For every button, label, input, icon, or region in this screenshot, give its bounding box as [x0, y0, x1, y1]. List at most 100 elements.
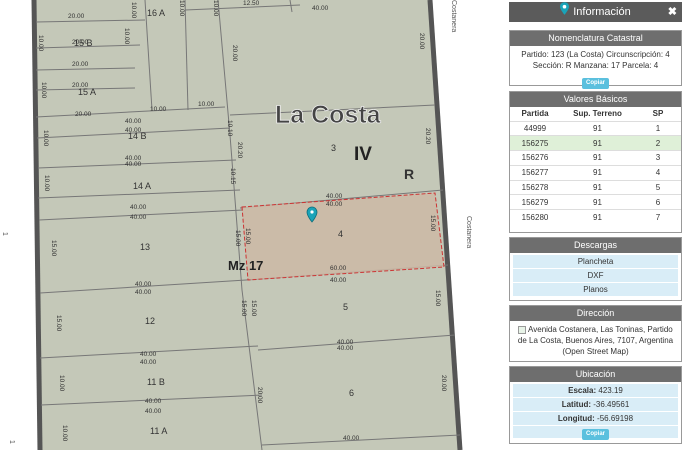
svg-text:10.00: 10.00	[178, 0, 185, 17]
svg-text:40.00: 40.00	[145, 408, 162, 415]
svg-text:20.20: 20.20	[236, 142, 243, 159]
street-label-left-bottom: 1	[8, 440, 15, 444]
download-dxf-link[interactable]: DXF	[513, 269, 678, 283]
longitud-row: Longitud: -56.69198	[513, 412, 678, 426]
svg-text:40.00: 40.00	[125, 118, 142, 125]
svg-text:15.00: 15.00	[434, 290, 441, 307]
svg-text:10.00: 10.00	[37, 35, 44, 52]
nomenclatura-box: Nomenclatura Catastral Partido: 123 (La …	[509, 30, 682, 89]
svg-text:15.00: 15.00	[250, 300, 257, 317]
parcel-11a: 11 A	[150, 426, 167, 436]
svg-text:15.00: 15.00	[429, 215, 436, 232]
manzana-label: Mz 17	[228, 258, 263, 273]
svg-text:40.00: 40.00	[312, 5, 329, 12]
svg-text:20.00: 20.00	[231, 45, 238, 62]
svg-text:10.00: 10.00	[42, 130, 49, 147]
svg-text:10.00: 10.00	[123, 28, 130, 45]
parcel-4: 4	[338, 229, 343, 239]
table-row[interactable]: 156279 91 6	[510, 194, 681, 210]
locality-label: La Costa	[275, 101, 382, 129]
svg-text:20.20: 20.20	[424, 128, 431, 145]
escala-value: 423.19	[598, 386, 623, 395]
direccion-text-wrap: Avenida Costanera, Las Toninas, Partido …	[510, 321, 681, 360]
descargas-header: Descargas	[510, 238, 681, 253]
svg-text:40.00: 40.00	[140, 351, 157, 358]
svg-text:40.00: 40.00	[326, 193, 343, 200]
street-label-left: 1	[1, 232, 8, 236]
nomenclatura-header: Nomenclatura Catastral	[510, 31, 681, 46]
direccion-text: Avenida Costanera, Las Toninas, Partido …	[517, 325, 674, 356]
table-row[interactable]: 156278 91 5	[510, 179, 681, 195]
table-row[interactable]: 156280 91 7	[510, 209, 681, 225]
svg-text:15.00: 15.00	[55, 315, 62, 332]
info-panel: Información ✖ Nomenclatura Catastral Par…	[508, 0, 686, 450]
svg-text:20.00: 20.00	[68, 13, 85, 20]
table-row[interactable]: 44999 91 1	[510, 120, 681, 136]
direccion-header: Dirección	[510, 306, 681, 321]
svg-text:20.00: 20.00	[75, 111, 92, 118]
svg-text:10.00: 10.00	[61, 425, 68, 442]
close-icon[interactable]: ✖	[668, 2, 677, 22]
download-plancheta-link[interactable]: Plancheta	[513, 255, 678, 269]
svg-text:40.00: 40.00	[130, 214, 147, 221]
parcel-16a: 16 A	[147, 8, 165, 18]
svg-text:20.00: 20.00	[256, 387, 263, 404]
svg-text:15.00: 15.00	[244, 228, 251, 245]
table-row-selected[interactable]: 156275 91 2	[510, 135, 681, 151]
ubicacion-box: Ubicación Escala: 423.19 Latitud: -36.49…	[509, 366, 682, 444]
svg-text:10.00: 10.00	[43, 175, 50, 192]
parcel-3: 3	[331, 143, 336, 153]
svg-text:40.00: 40.00	[130, 204, 147, 211]
parcel-14a: 14 A	[133, 181, 151, 191]
map-canvas[interactable]: La Costa IV R Mz 17 16 A 15 B 15 A 14 B …	[0, 0, 505, 450]
svg-text:12.50: 12.50	[243, 0, 260, 7]
panel-title: Información	[573, 6, 631, 18]
street-label-costanera: Costanera	[465, 216, 472, 248]
svg-text:40.00: 40.00	[337, 345, 354, 352]
circ-label: IV	[354, 144, 372, 165]
svg-text:15.00: 15.00	[50, 240, 57, 257]
parcel-6: 6	[349, 388, 354, 398]
ubicacion-header: Ubicación	[510, 367, 681, 382]
nomenclatura-line2: Sección: R Manzana: 17 Parcela: 4	[532, 61, 659, 70]
svg-text:20.00: 20.00	[72, 82, 89, 89]
longitud-value: -56.69198	[597, 414, 634, 423]
valores-header: Valores Básicos	[510, 92, 681, 107]
broken-image-icon	[518, 325, 527, 334]
table-row[interactable]: 156276 91 3	[510, 150, 681, 166]
svg-text:40.00: 40.00	[326, 201, 343, 208]
valores-box: Valores Básicos Partida Sup. Terreno SP …	[509, 91, 682, 233]
parcel-13: 13	[140, 242, 150, 252]
svg-text:10.00: 10.00	[150, 106, 167, 113]
svg-text:40.00: 40.00	[145, 398, 162, 405]
svg-text:15.00: 15.00	[240, 300, 247, 317]
descargas-box: Descargas Plancheta DXF Planos	[509, 237, 682, 301]
col-sup-terreno: Sup. Terreno	[573, 109, 622, 119]
section-label: R	[404, 166, 414, 182]
svg-text:10.00: 10.00	[58, 375, 65, 392]
street-label-costanera-top: Costanera	[450, 0, 457, 32]
svg-text:10.00: 10.00	[198, 101, 215, 108]
download-planos-link[interactable]: Planos	[513, 283, 678, 297]
nomenclatura-line1: Partido: 123 (La Costa) Circunscripción:…	[521, 50, 670, 59]
cadastral-map[interactable]: La Costa IV R Mz 17 16 A 15 B 15 A 14 B …	[0, 0, 505, 450]
latitud-row: Latitud: -36.49561	[513, 398, 678, 412]
svg-text:20.00: 20.00	[418, 33, 425, 50]
table-row[interactable]: 156277 91 4	[510, 164, 681, 181]
svg-text:10.10: 10.10	[226, 120, 233, 137]
parcel-5: 5	[343, 302, 348, 312]
col-sp: SP	[652, 109, 664, 119]
location-pin-icon	[560, 2, 570, 22]
svg-text:10.00: 10.00	[212, 0, 219, 17]
svg-text:40.00: 40.00	[140, 359, 157, 366]
parcel-11b: 11 B	[147, 377, 165, 387]
svg-text:60.00: 60.00	[330, 265, 347, 272]
panel-title-bar[interactable]: Información ✖	[509, 2, 682, 22]
col-partida: Partida	[521, 109, 549, 119]
copy-nomenclatura-button[interactable]: Copiar	[581, 78, 609, 89]
svg-text:15.00: 15.00	[234, 230, 241, 247]
svg-text:10.00: 10.00	[40, 82, 47, 99]
svg-text:10.00: 10.00	[130, 2, 137, 19]
copy-ubicacion-button[interactable]: Copiar	[581, 429, 609, 440]
svg-text:20.00: 20.00	[72, 61, 89, 68]
